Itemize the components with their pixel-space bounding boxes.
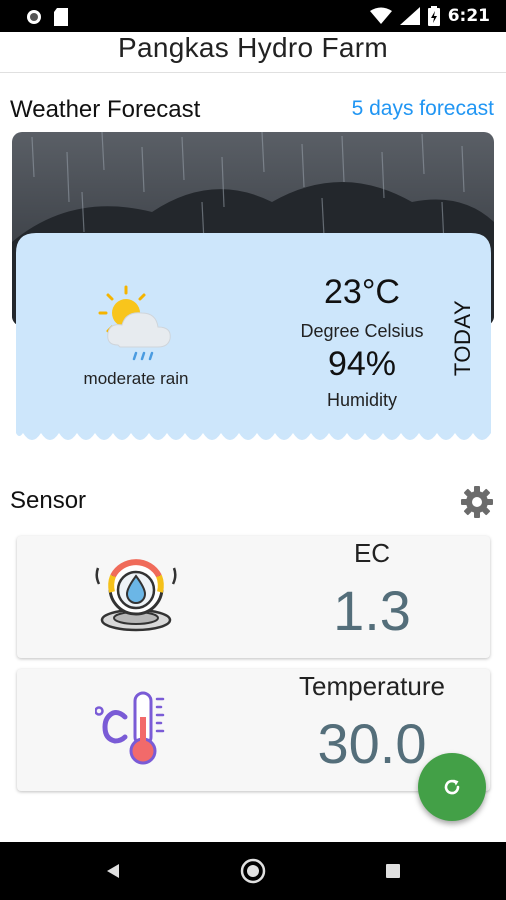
nav-back-button[interactable] (84, 842, 142, 900)
weather-condition: moderate rain (83, 369, 189, 388)
sun-cloud-rain-icon (98, 285, 171, 361)
temperature-unit-label: Degree Celsius (300, 321, 424, 341)
thermometer-icon (95, 691, 165, 765)
temperature-label: Temperature (299, 671, 445, 701)
notification-dot-icon (27, 10, 41, 24)
humidity-value: 94% (327, 345, 397, 383)
weather-card: moderate rain 23°C Degree Celsius 94% Hu… (16, 233, 491, 447)
sensor-section-title: Sensor (10, 487, 87, 514)
weather-section-title: Weather Forecast (10, 96, 201, 123)
refresh-icon (444, 779, 460, 795)
ec-value: 1.3 (333, 579, 411, 642)
back-triangle-icon (107, 864, 119, 878)
humidity-label: Humidity (326, 390, 397, 410)
nav-home-button[interactable] (224, 842, 282, 900)
wifi-icon (369, 7, 392, 24)
clock: 6:21 (447, 6, 490, 26)
temperature-sensor-card[interactable]: Temperature 30.0 (17, 669, 490, 791)
water-drop-sensor-icon (95, 559, 177, 632)
status-bar: 6:21 (0, 0, 506, 32)
ec-label: EC (353, 538, 391, 568)
sd-card-icon (54, 8, 68, 26)
navigation-bar (0, 842, 506, 900)
signal-icon (399, 7, 420, 25)
ec-sensor-card[interactable]: EC 1.3 (17, 536, 490, 658)
refresh-button[interactable] (418, 753, 486, 821)
battery-icon (427, 6, 440, 26)
temperature-value: 23°C (324, 273, 400, 311)
app-bar: Pangkas Hydro Farm (0, 32, 506, 73)
app-title: Pangkas Hydro Farm (118, 32, 388, 63)
home-circle-icon (240, 858, 266, 884)
settings-gear-icon[interactable] (460, 485, 494, 519)
five-day-forecast-link[interactable]: 5 days forecast (352, 97, 494, 121)
today-label: TODAY (450, 299, 475, 377)
recents-square-icon (386, 864, 400, 878)
nav-recents-button[interactable] (364, 842, 422, 900)
